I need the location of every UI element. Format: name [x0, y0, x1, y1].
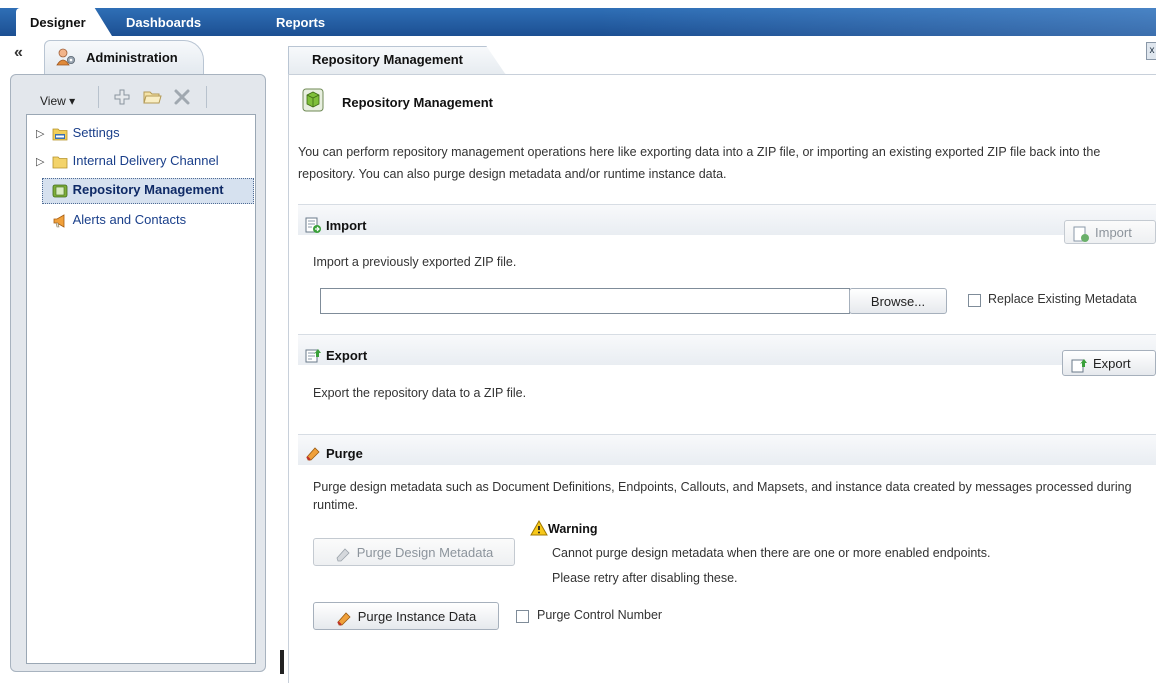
tree-item-label: Repository Management [72, 182, 224, 197]
export-icon [305, 349, 321, 363]
view-menu-button[interactable]: View ▾ [40, 94, 75, 108]
purge-design-metadata-label: Purge Design Metadata [356, 545, 494, 560]
collapse-panel-button[interactable]: « [14, 44, 23, 62]
replace-existing-metadata-checkbox[interactable] [968, 294, 981, 307]
warning-title: Warning [548, 522, 598, 536]
warning-icon [530, 520, 548, 536]
export-button[interactable]: Export [1062, 350, 1156, 376]
purge-instance-data-button[interactable]: Purge Instance Data [313, 602, 499, 630]
tree-item-settings[interactable]: ▷ Settings [36, 122, 120, 144]
repository-management-tab-label: Repository Management [312, 52, 463, 67]
toolbar-separator [206, 86, 207, 108]
administration-title: Administration [86, 50, 178, 65]
expand-triangle-icon[interactable]: ▷ [36, 151, 48, 173]
intro-text: You can perform repository management op… [298, 145, 1101, 181]
open-folder-icon[interactable] [142, 88, 162, 106]
repository-icon [52, 184, 68, 197]
settings-folder-icon [52, 128, 68, 140]
purge-description: Purge design metadata such as Document D… [313, 480, 1132, 512]
export-description: Export the repository data to a ZIP file… [313, 386, 527, 400]
tree-item-label: Settings [72, 125, 120, 140]
tree-item-alerts-and-contacts[interactable]: Alerts and Contacts [36, 209, 186, 231]
purge-design-metadata-button[interactable]: Purge Design Metadata [313, 538, 515, 566]
import-icon [305, 217, 321, 233]
purge-instance-data-label: Purge Instance Data [357, 609, 477, 624]
tab-dashboards[interactable]: Dashboards [112, 8, 215, 36]
tab-reports[interactable]: Reports [262, 8, 339, 36]
purge-control-number-checkbox[interactable] [516, 610, 529, 623]
folder-icon [52, 156, 68, 168]
close-tab-button[interactable]: x [1146, 42, 1156, 60]
purge-eraser-icon [306, 447, 320, 461]
administration-icon [56, 48, 75, 66]
tree-item-repository-management[interactable]: Repository Management [36, 179, 224, 201]
tree-item-label: Alerts and Contacts [72, 212, 187, 227]
browse-button[interactable]: Browse... [849, 288, 947, 314]
import-icon [1073, 226, 1089, 242]
page-title: Repository Management [342, 95, 493, 110]
expand-triangle-icon[interactable]: ▷ [36, 123, 48, 145]
warning-message-line-2: Please retry after disabling these. [552, 571, 738, 585]
export-button-label: Export [1093, 356, 1131, 371]
import-description: Import a previously exported ZIP file. [313, 255, 517, 269]
top-tab-band-gloss [600, 8, 1156, 36]
tree-item-label: Internal Delivery Channel [72, 153, 219, 168]
export-section-header [298, 334, 1156, 365]
warning-message-line-1: Cannot purge design metadata when there … [552, 546, 991, 560]
export-icon [1071, 358, 1087, 373]
import-button[interactable]: Import [1064, 220, 1156, 244]
import-file-path-input[interactable] [320, 288, 850, 314]
toolbar-separator [98, 86, 99, 108]
export-title: Export [326, 348, 368, 363]
purge-eraser-icon [336, 547, 350, 561]
import-button-label: Import [1095, 225, 1132, 240]
add-icon[interactable] [112, 88, 132, 106]
import-section-header [298, 204, 1156, 235]
import-title: Import [326, 218, 367, 233]
tree-item-internal-delivery-channel[interactable]: ▷ Internal Delivery Channel [36, 150, 219, 172]
megaphone-icon [53, 213, 65, 228]
purge-section-header [298, 434, 1156, 465]
delete-icon[interactable] [172, 88, 192, 106]
purge-eraser-icon [337, 611, 351, 626]
purge-title: Purge [326, 446, 363, 461]
purge-control-number-label: Purge Control Number [537, 608, 663, 622]
repository-management-icon [302, 88, 324, 112]
panel-splitter-handle[interactable] [280, 650, 284, 674]
replace-existing-metadata-label: Replace Existing Metadata [988, 292, 1137, 306]
